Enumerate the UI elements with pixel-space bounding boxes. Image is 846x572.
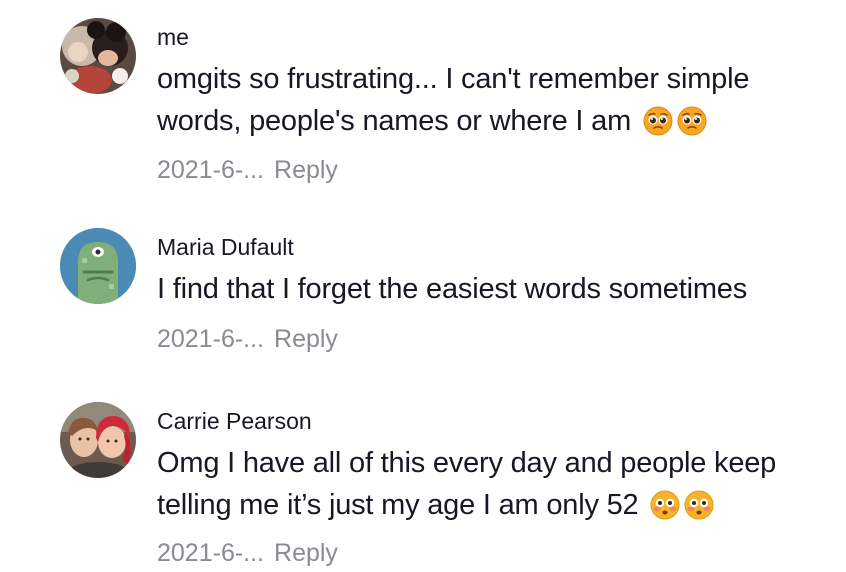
comment-date: 2021-6-... xyxy=(157,539,265,567)
avatar[interactable] xyxy=(60,228,136,304)
comment-text: Omg I have all of this every day and peo… xyxy=(157,442,827,532)
pleading-face-icon xyxy=(677,106,707,148)
reply-button[interactable]: Reply xyxy=(274,156,338,184)
comment-text: omgits so frustrating... I can't remembe… xyxy=(157,58,827,148)
avatar-image xyxy=(60,18,136,94)
flushed-face-icon xyxy=(650,490,680,532)
comment-text: I find that I forget the easiest words s… xyxy=(157,268,827,310)
avatar[interactable] xyxy=(60,18,136,94)
comment-date: 2021-6-... xyxy=(157,325,265,353)
comment-username[interactable]: Maria Dufault xyxy=(157,233,294,261)
comment-meta: 2021-6-... Reply xyxy=(157,324,338,354)
comment-meta: 2021-6-... Reply xyxy=(157,155,338,185)
comment-date: 2021-6-... xyxy=(157,156,265,184)
pleading-face-icon xyxy=(643,106,673,148)
comment-meta: 2021-6-... Reply xyxy=(157,538,338,568)
comment-username[interactable]: Carrie Pearson xyxy=(157,407,312,435)
comment-text-body: Omg I have all of this every day and peo… xyxy=(157,447,777,521)
reply-button[interactable]: Reply xyxy=(274,325,338,353)
reply-button[interactable]: Reply xyxy=(274,539,338,567)
avatar[interactable] xyxy=(60,402,136,478)
flushed-face-icon xyxy=(684,490,714,532)
comment-text-body: I find that I forget the easiest words s… xyxy=(157,273,748,305)
comment-item: me omgits so frustrating... I can't reme… xyxy=(0,0,846,200)
comment-item: Maria Dufault I find that I forget the e… xyxy=(0,200,846,380)
comment-username[interactable]: me xyxy=(157,23,189,51)
comment-item: Carrie Pearson Omg I have all of this ev… xyxy=(0,380,846,572)
avatar-image xyxy=(60,402,136,478)
avatar-image xyxy=(60,228,136,304)
